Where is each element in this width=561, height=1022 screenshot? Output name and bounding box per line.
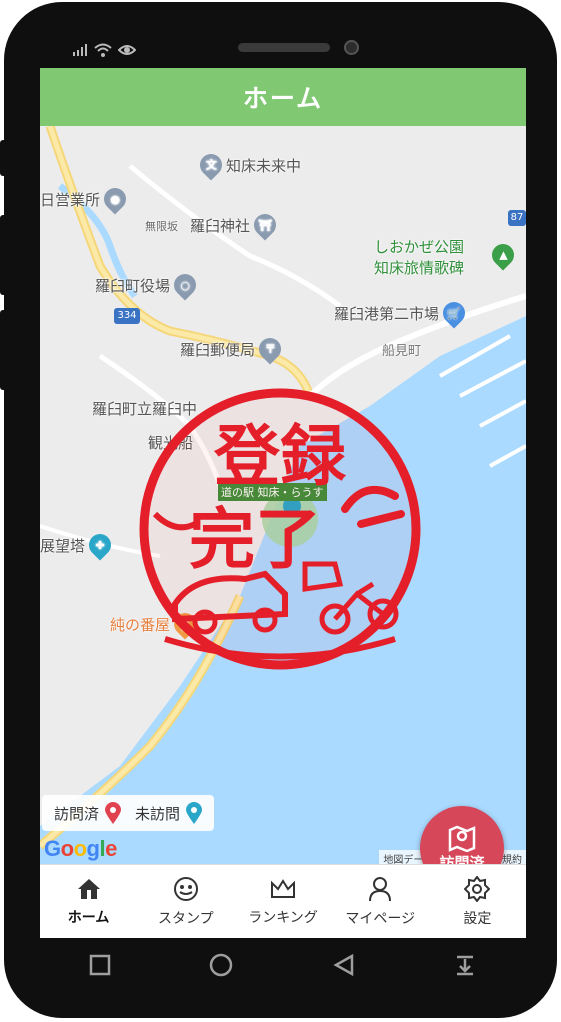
visited-pin-icon: [105, 802, 122, 824]
office-pin-icon: ○: [169, 269, 201, 301]
poi-shiokaze-park[interactable]: しおかぜ公園 知床旅情歌碑: [374, 236, 464, 278]
stamp-line-2: 完了: [189, 501, 321, 578]
home-icon: [77, 879, 100, 899]
front-camera: [344, 40, 359, 55]
back-icon[interactable]: [332, 953, 356, 977]
nav-settings[interactable]: 設定: [429, 865, 526, 938]
system-navigation: [40, 940, 526, 990]
stamp-line-1: 登録: [213, 418, 347, 495]
signal-icon: [73, 44, 87, 56]
app-screen: ホーム 文 知床未来中 日営業所 ● 無限坂 羅臼神社 ⛩ しおかぜ公園 知床旅…: [40, 68, 526, 938]
poi-post-office[interactable]: 羅臼郵便局 〒: [180, 333, 286, 365]
poi-observatory[interactable]: 展望塔 ✚: [40, 529, 116, 561]
eye-icon: [118, 45, 136, 55]
poi-market[interactable]: 羅臼港第二市場 🛒: [334, 297, 470, 329]
road-label-murasaki: 無限坂: [145, 220, 178, 233]
speaker-grille: [238, 43, 330, 52]
registration-complete-stamp: 登録 完了: [139, 388, 421, 670]
place-pin-icon: ●: [99, 183, 131, 215]
status-icons: [72, 40, 136, 60]
legend-unvisited-label: 未訪問: [135, 804, 181, 823]
nav-home[interactable]: ホーム: [40, 865, 137, 938]
home-circle-icon[interactable]: [208, 952, 234, 978]
poi-rausu-jinja[interactable]: 羅臼神社 ⛩: [190, 209, 281, 241]
gear-icon: [464, 876, 491, 902]
observatory-pin-icon: ✚: [84, 529, 116, 561]
fab-label: 訪問済: [439, 853, 485, 865]
map-pin-icon: [448, 825, 476, 852]
shrine-pin-icon: ⛩: [249, 209, 281, 241]
map-legend: 訪問済 未訪問: [42, 795, 215, 831]
recents-icon[interactable]: [89, 954, 111, 976]
route-87-badge: 87: [508, 210, 526, 226]
route-334-badge: 334: [114, 308, 140, 324]
map-view[interactable]: 文 知床未来中 日営業所 ● 無限坂 羅臼神社 ⛩ しおかぜ公園 知床旅情歌碑 …: [40, 126, 526, 864]
stamp-icon: [173, 877, 198, 901]
page-title: ホーム: [242, 84, 324, 113]
notification-pull-icon[interactable]: [453, 953, 477, 977]
shopping-pin-icon: 🛒: [438, 297, 470, 329]
unvisited-pin-icon: [186, 802, 203, 824]
poi-shiretoko-mirai[interactable]: 文 知床未来中: [195, 149, 301, 181]
school-pin-icon: 文: [195, 149, 227, 181]
crown-icon: [271, 879, 295, 898]
poi-eigyousho[interactable]: 日営業所 ●: [40, 183, 131, 215]
poi-rausu-town-office[interactable]: 羅臼町役場 ○: [95, 269, 201, 301]
nav-mypage[interactable]: マイページ: [332, 865, 429, 938]
wifi-icon: [94, 43, 112, 57]
area-label-funamicho: 船見町: [382, 344, 422, 359]
bottom-navigation: ホーム スタンプ ランキング マイページ 設定: [40, 864, 526, 938]
legend-visited-label: 訪問済: [54, 804, 100, 823]
post-pin-icon: 〒: [254, 333, 286, 365]
app-bar: ホーム: [40, 68, 526, 126]
person-icon: [369, 877, 392, 902]
google-logo: Google: [44, 836, 117, 861]
nav-stamp[interactable]: スタンプ: [137, 865, 234, 938]
nav-ranking[interactable]: ランキング: [234, 865, 331, 938]
